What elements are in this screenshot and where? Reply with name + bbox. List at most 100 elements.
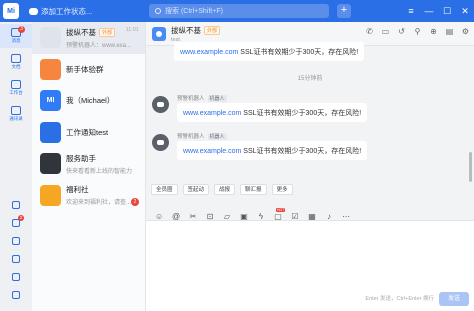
- nav-item-workbench[interactable]: 工作台: [0, 76, 32, 100]
- sender-name: 预警机器人: [177, 134, 205, 140]
- emoji-icon[interactable]: ☺: [155, 213, 163, 221]
- image-icon[interactable]: ▣: [240, 213, 248, 221]
- quick-button[interactable]: 更多: [271, 184, 293, 195]
- conversation-meta: 工作通知test: [66, 127, 144, 138]
- status-bubble-icon: [29, 7, 38, 15]
- nav-item-messages[interactable]: 消息 3: [0, 24, 32, 48]
- lightning-icon: [12, 237, 20, 245]
- robot-avatar[interactable]: [152, 96, 169, 113]
- contacts-icon: [11, 106, 21, 115]
- task-icon[interactable]: ☑: [291, 213, 299, 221]
- folder-icon[interactable]: ▤: [445, 27, 454, 36]
- message-link[interactable]: www.example.com: [183, 148, 241, 155]
- conversation-item[interactable]: 工作通知test: [32, 117, 145, 149]
- left-nav: 消息 3 文档 工作台 通讯录 2: [0, 22, 32, 311]
- chat-avatar[interactable]: [152, 26, 166, 41]
- search-placeholder: 搜索 (Ctrl+Shift+F): [165, 8, 223, 15]
- nav-item-docs[interactable]: 文档: [0, 50, 32, 74]
- send-hint: Enter 发送，Ctrl+Enter 换行: [365, 296, 434, 302]
- external-tag: 外部: [99, 27, 116, 37]
- nav-calendar[interactable]: [0, 196, 32, 214]
- robot-tag: 机器人: [207, 132, 227, 140]
- link-icon: [12, 273, 20, 281]
- settings-icon[interactable]: ⚙: [461, 27, 470, 36]
- task-icon: [12, 255, 20, 263]
- more-icon[interactable]: ⋯: [342, 213, 350, 221]
- video-icon[interactable]: ▭: [381, 27, 390, 36]
- mic-icon[interactable]: ♪: [325, 213, 333, 221]
- hot-badge: HOT: [276, 208, 286, 212]
- conversation-meta: 新手体验群: [66, 64, 144, 75]
- screenshot-icon[interactable]: ⊡: [206, 213, 214, 221]
- conversation-item[interactable]: 拔纵不基 外部 预警机器人：www.exa... 11:01: [32, 22, 145, 54]
- quick-button[interactable]: 聊汇报: [240, 184, 267, 195]
- sender-line: 预警机器人 机器人: [177, 132, 227, 140]
- scissors-icon[interactable]: ✂: [189, 213, 197, 221]
- robot-avatar[interactable]: [152, 134, 169, 151]
- conversation-name: 服务助手: [66, 153, 96, 163]
- message-input[interactable]: ☺ @ ✂ ⊡ ▱ ▣ ϟ ▢ HOT ☑ ▦ ♪ ⋯ Enter 发送，Ctrl…: [146, 208, 474, 311]
- add-button[interactable]: +: [337, 4, 351, 18]
- conversation-list: 拔纵不基 外部 预警机器人：www.exa... 11:01 新手体验群 MI 我（Mich…: [32, 22, 146, 311]
- message-item: 预警机器人 机器人 www.example.com SSL证书有效期少于300天…: [150, 130, 400, 170]
- top-bar: Mi 添加工作状态... 搜索 (Ctrl+Shift+F) + ≡ — ☐ ✕: [0, 0, 474, 22]
- conversation-preview: 快来看看新上线的智能力: [66, 168, 133, 175]
- folder-icon[interactable]: ▱: [223, 213, 231, 221]
- mail-badge: 2: [18, 215, 24, 221]
- document-icon: [11, 54, 21, 63]
- at-icon[interactable]: @: [172, 213, 180, 221]
- robot-icon: [157, 102, 164, 107]
- conversation-avatar: [40, 153, 61, 175]
- chat-scrollbar[interactable]: [469, 152, 472, 182]
- add-member-icon[interactable]: ⊕: [429, 27, 438, 36]
- conversation-avatar: [40, 27, 61, 49]
- nav-task[interactable]: [0, 250, 32, 268]
- conversation-item[interactable]: 新手体验群: [32, 54, 145, 86]
- lightning-icon[interactable]: ϟ: [257, 213, 265, 221]
- person-icon: [156, 30, 162, 37]
- minimize-icon[interactable]: —: [424, 4, 434, 18]
- send-button[interactable]: 发送: [439, 292, 469, 306]
- quick-actions: 全员圈 签起动 战报 聊汇报 更多: [151, 184, 293, 195]
- close-icon[interactable]: ✕: [460, 4, 470, 18]
- message-link[interactable]: www.example.com: [180, 49, 238, 56]
- conversation-name: 我（Michael）: [66, 96, 115, 106]
- input-toolbar: ☺ @ ✂ ⊡ ▱ ▣ ϟ ▢ HOT ☑ ▦ ♪ ⋯: [155, 208, 350, 221]
- conversation-item[interactable]: MI 我（Michael）: [32, 85, 145, 117]
- work-status-text: 添加工作状态...: [41, 6, 93, 16]
- nav-more[interactable]: [0, 286, 32, 304]
- nav-lightning[interactable]: [0, 232, 32, 250]
- message-text: SSL证书有效期少于300天，存在风险!: [241, 110, 362, 117]
- pin-icon[interactable]: ⚲: [413, 27, 422, 36]
- quick-button[interactable]: 战报: [214, 184, 236, 195]
- robot-icon: [157, 140, 164, 145]
- conversation-avatar: MI: [40, 90, 61, 112]
- hot-icon[interactable]: ▢ HOT: [274, 208, 286, 221]
- external-tag: 外部: [204, 25, 221, 35]
- unread-badge: 2: [131, 197, 139, 206]
- nav-label: 文档: [11, 64, 21, 69]
- conversation-name: 工作通知test: [66, 127, 109, 137]
- nav-item-contacts[interactable]: 通讯录: [0, 102, 32, 126]
- quick-button[interactable]: 签起动: [182, 184, 210, 195]
- work-status[interactable]: 添加工作状态...: [29, 6, 92, 17]
- menu-icon[interactable]: ≡: [406, 4, 416, 18]
- maximize-icon[interactable]: ☐: [442, 4, 452, 18]
- phone-icon[interactable]: ✆: [365, 27, 374, 36]
- calendar-icon[interactable]: ▦: [308, 213, 316, 221]
- message-bubble: www.example.com SSL证书有效期少于300天，存在风险!: [174, 42, 364, 61]
- nav-mail[interactable]: 2: [0, 214, 32, 232]
- conversation-preview: 预警机器人：www.exa...: [66, 42, 132, 49]
- nav-link[interactable]: [0, 268, 32, 286]
- history-icon[interactable]: ↺: [397, 27, 406, 36]
- quick-button[interactable]: 全员圈: [151, 184, 178, 195]
- message-item: 预警机器人 机器人 www.example.com SSL证书有效期少于300天…: [150, 92, 400, 132]
- unread-badge: 3: [18, 26, 25, 33]
- search-icon: [155, 8, 161, 14]
- search-input[interactable]: 搜索 (Ctrl+Shift+F): [149, 4, 329, 18]
- conversation-item[interactable]: 福利社 欢迎来到福利社，请查... 2: [32, 180, 145, 212]
- message-link[interactable]: www.example.com: [183, 110, 241, 117]
- message-bubble: www.example.com SSL证书有效期少于300天，存在风险!: [177, 141, 367, 160]
- time-separator: 15分钟前: [297, 76, 323, 82]
- conversation-item[interactable]: 服务助手快来看看新上线的智能力: [32, 148, 145, 180]
